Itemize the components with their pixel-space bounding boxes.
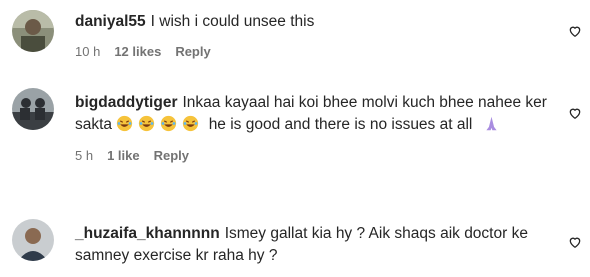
laughing-emoji-icon (161, 115, 177, 132)
heart-outline-icon[interactable] (568, 24, 582, 38)
praying-hands-emoji-icon (486, 116, 497, 131)
comment: daniyal55 I wish i could unsee this 10 h1… (0, 0, 590, 75)
comment-body: I wish i could unsee this (150, 13, 315, 30)
comment-text: bigdaddytiger Inkaa kayaal hai koi bhee m… (75, 92, 550, 136)
reply-button[interactable]: Reply (154, 148, 189, 163)
username[interactable]: daniyal55 (75, 13, 146, 30)
username[interactable]: _huzaifa_khannnnn (75, 225, 220, 242)
likes-count[interactable]: 12 likes (114, 44, 161, 59)
username[interactable]: bigdaddytiger (75, 94, 177, 111)
timestamp: 5 h (75, 148, 94, 163)
laughing-emoji-icon (183, 115, 199, 132)
reply-button[interactable]: Reply (175, 44, 210, 59)
comment-body-continued: he is good and there is no issues at all (208, 116, 473, 133)
avatar[interactable] (12, 10, 54, 52)
comment-text: daniyal55 I wish i could unsee this (75, 11, 550, 33)
avatar[interactable] (12, 219, 54, 261)
avatar[interactable] (12, 88, 54, 130)
comment-meta: 10 h 12 likes Reply (75, 42, 550, 62)
heart-outline-icon[interactable] (568, 106, 582, 120)
likes-count[interactable]: 1 like (107, 148, 140, 163)
comment: bigdaddytiger Inkaa kayaal hai koi bhee m… (0, 80, 590, 200)
comment-meta: 5 h 1 like Reply (75, 146, 550, 166)
heart-outline-icon[interactable] (568, 235, 582, 249)
comment-text: _huzaifa_khannnnn Ismey gallat kia hy ? A… (75, 223, 550, 267)
timestamp: 10 h (75, 44, 101, 59)
laughing-emoji-icon (117, 115, 133, 132)
comment: _huzaifa_khannnnn Ismey gallat kia hy ? A… (0, 215, 590, 277)
laughing-emoji-icon (139, 115, 155, 132)
